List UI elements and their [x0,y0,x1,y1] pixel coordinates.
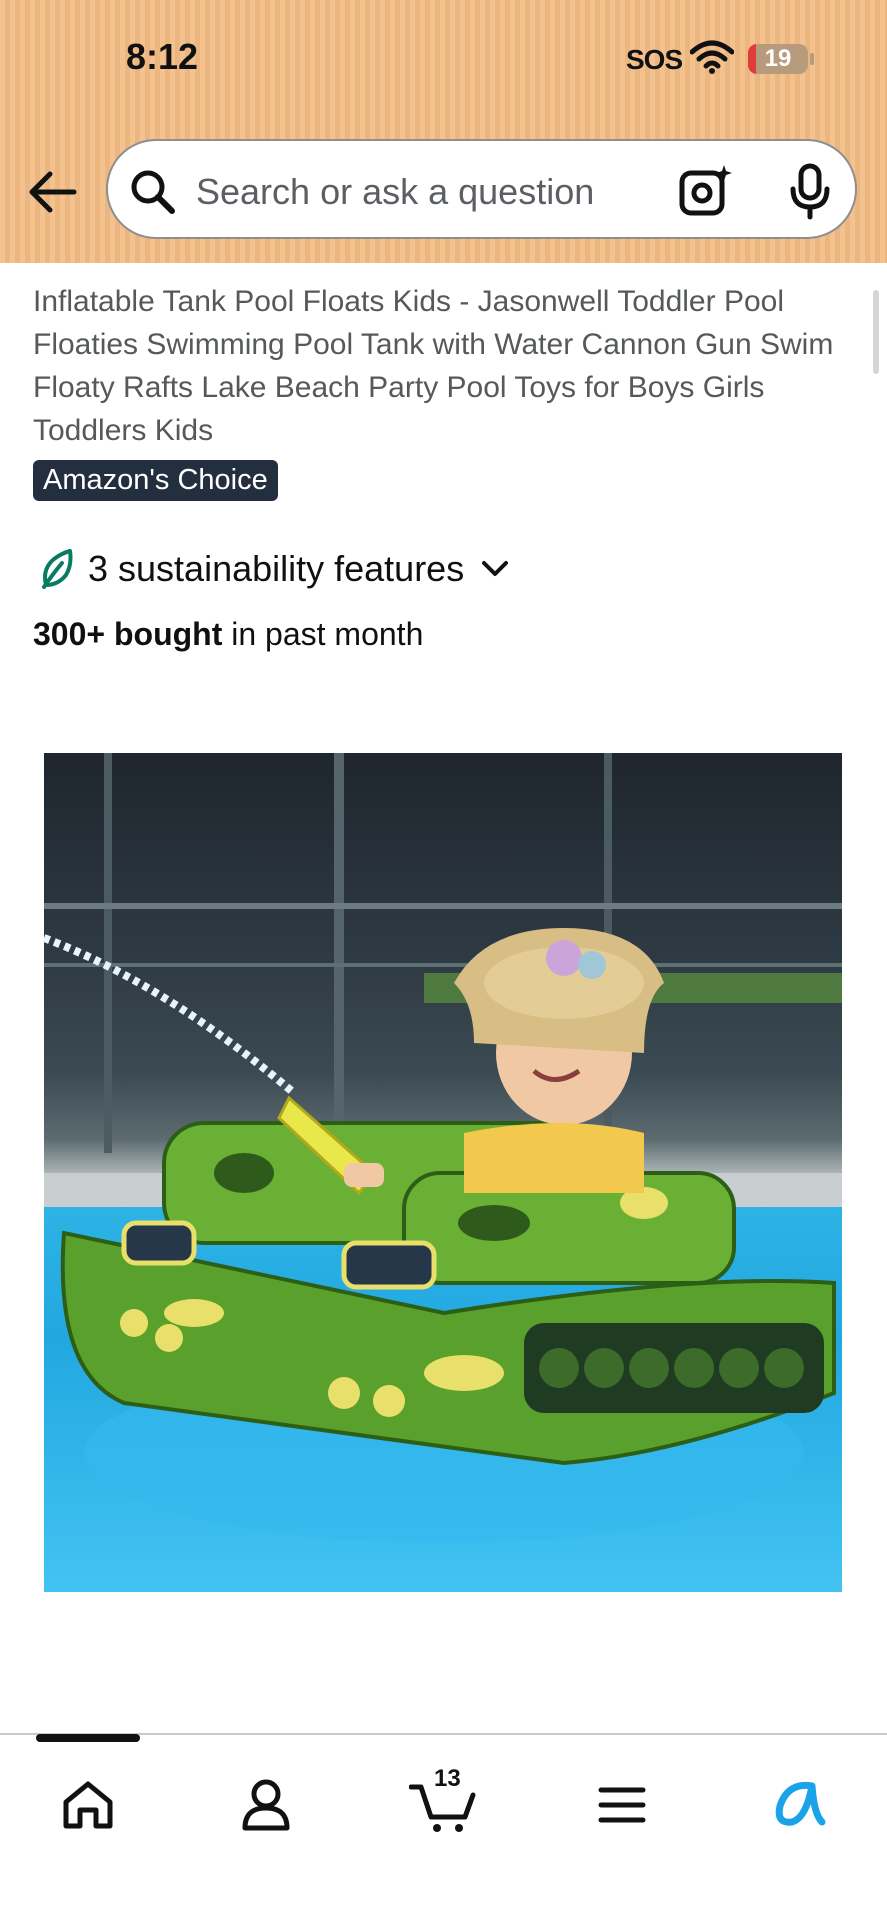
account-icon[interactable] [226,1765,306,1845]
bottom-nav: 13 [0,1733,887,1920]
alexa-icon[interactable] [760,1765,840,1845]
bought-count: 300+ bought in past month [33,616,423,653]
home-icon[interactable] [48,1765,128,1845]
sustainability-features-toggle[interactable]: 3 sustainability features [40,544,510,594]
header: 8:12 SOS 19 Search or ask a question [0,0,887,263]
search-placeholder: Search or ask a question [196,171,595,212]
back-arrow-icon[interactable] [24,164,80,220]
product-title[interactable]: Inflatable Tank Pool Floats Kids - Jason… [33,280,853,452]
product-photo [44,753,842,1543]
battery-level: 19 [764,45,792,72]
search-input[interactable]: Search or ask a question [106,139,857,239]
search-icon [130,169,176,220]
chevron-down-icon [482,561,509,576]
battery-icon: 19 [748,44,808,74]
carousel-indicator [36,1734,140,1742]
cart-count: 13 [434,1765,461,1792]
sustainability-label: 3 sustainability features [88,548,465,589]
cart-icon[interactable]: 13 [404,1765,484,1845]
microphone-icon[interactable] [788,163,832,226]
menu-icon[interactable] [582,1765,662,1845]
product-image[interactable] [44,753,842,1592]
bought-count-bold: 300+ bought [33,616,223,652]
leaf-icon [42,549,73,589]
wifi-icon [689,40,735,79]
scrollbar[interactable] [873,290,879,374]
camera-icon[interactable] [678,163,734,224]
status-sos: SOS [626,44,683,75]
status-time: 8:12 [126,36,199,77]
amazons-choice-badge: Amazon's Choice [33,460,278,501]
bought-count-rest: in past month [222,616,424,652]
